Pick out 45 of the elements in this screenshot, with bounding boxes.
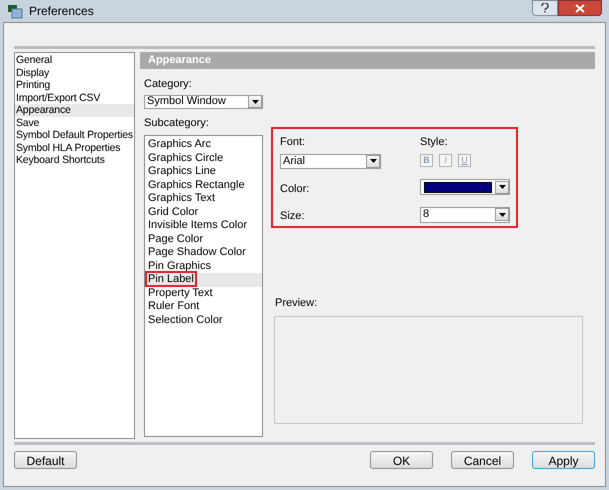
sidebar-item[interactable]: Import/Export CSV [15, 92, 134, 104]
close-button[interactable] [558, 0, 602, 16]
sidebar-item[interactable]: Symbol HLA Properties [15, 142, 134, 154]
color-dropdown[interactable] [420, 179, 510, 196]
style-label: Style: [420, 135, 449, 150]
sidebar-item[interactable]: Symbol Default Properties [15, 129, 134, 142]
subcategory-item[interactable]: Pin Graphics [145, 260, 262, 273]
color-label: Color: [280, 182, 310, 197]
subcategory-item[interactable]: Property Text [145, 286, 262, 300]
sidebar-item[interactable]: Display [15, 66, 134, 79]
help-icon [541, 3, 549, 13]
sidebar-item[interactable]: Save [15, 116, 134, 129]
subcategory-item[interactable]: Ruler Font [145, 300, 262, 314]
preview-label: Preview: [275, 296, 318, 311]
sidebar-item[interactable]: General [15, 54, 134, 66]
subcategory-item[interactable]: Pin Label [145, 273, 262, 286]
dialog-button[interactable]: Cancel [451, 451, 514, 469]
app-icon [7, 3, 23, 19]
dialog-button[interactable]: Default [14, 451, 77, 469]
subcategory-label: Subcategory: [144, 116, 210, 130]
size-dropdown[interactable]: 8 [420, 206, 510, 223]
help-button[interactable] [532, 0, 558, 16]
font-dropdown[interactable]: Arial [280, 154, 381, 168]
section-header: Appearance [140, 52, 595, 69]
dialog-button[interactable]: OK [370, 451, 433, 469]
subcategory-item[interactable]: Grid Color [145, 206, 262, 219]
subcategory-item[interactable]: Graphics Circle [145, 152, 262, 165]
subcategory-item[interactable]: Page Color [145, 232, 262, 246]
subcategory-item[interactable]: Graphics Line [145, 165, 262, 178]
subcategory-item[interactable]: Graphics Text [145, 192, 262, 206]
subcategory-item[interactable]: Invisible Items Color [145, 219, 262, 232]
category-label: Category: [144, 77, 193, 92]
sidebar-item[interactable]: Appearance [15, 104, 134, 116]
category-dropdown[interactable]: Symbol Window [144, 94, 263, 108]
font-label: Font: [280, 135, 306, 150]
dialog-button[interactable]: Apply [532, 451, 595, 469]
subcategory-item[interactable]: Graphics Rectangle [145, 178, 262, 192]
window-title: Preferences [29, 3, 94, 20]
sidebar-item[interactable]: Printing [15, 79, 134, 92]
subcategory-item[interactable]: Page Shadow Color [145, 246, 262, 260]
subcategory-item[interactable]: Graphics Arc [145, 138, 262, 152]
close-icon [575, 4, 585, 12]
subcategory-item[interactable]: Selection Color [145, 314, 262, 327]
sidebar-item[interactable]: Keyboard Shortcuts [15, 154, 134, 166]
size-label: Size: [280, 209, 306, 224]
